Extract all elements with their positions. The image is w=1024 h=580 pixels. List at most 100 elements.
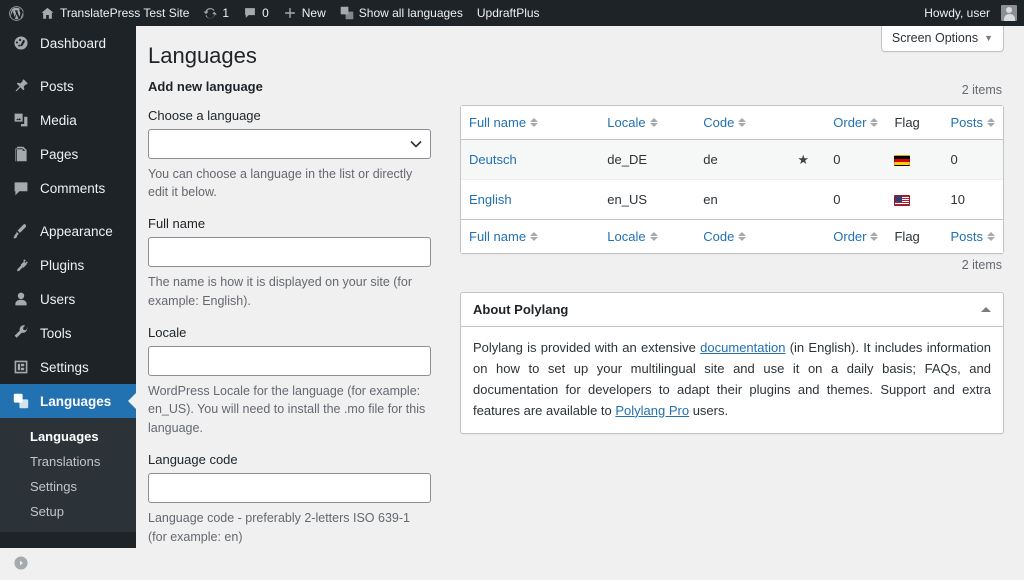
table-footer-row: Full name Locale Code Order Flag Posts xyxy=(461,218,1003,253)
column-label: Flag xyxy=(894,114,920,130)
sort-posts-footer[interactable]: Posts xyxy=(950,229,995,244)
sidebar-item-label: Dashboard xyxy=(40,35,107,51)
about-polylang-title: About Polylang xyxy=(473,301,569,317)
sidebar-item-appearance[interactable]: Appearance xyxy=(0,214,136,248)
submenu-item-setup[interactable]: Setup xyxy=(0,499,136,524)
locale-field: Locale WordPress Locale for the language… xyxy=(148,325,444,438)
column-label: Full name xyxy=(469,114,527,130)
sidebar-item-comments[interactable]: Comments xyxy=(0,171,136,205)
content-area: Screen Options ▼ Languages Add new langu… xyxy=(136,26,1024,548)
language-code-label: Language code xyxy=(148,451,238,467)
column-header-order[interactable]: Order xyxy=(825,105,887,140)
plugin-icon xyxy=(11,255,31,275)
sort-full-name-footer[interactable]: Full name xyxy=(469,228,539,244)
updates-count: 1 xyxy=(222,6,230,20)
comment-bubble-icon xyxy=(243,6,257,20)
plus-icon xyxy=(283,6,297,20)
sort-order[interactable]: Order xyxy=(833,115,879,130)
sort-indicator-icon xyxy=(738,117,747,127)
submenu-item-translations[interactable]: Translations xyxy=(0,449,136,474)
sort-indicator-icon xyxy=(649,117,658,127)
locale-input[interactable] xyxy=(148,345,431,376)
submenu-item-settings[interactable]: Settings xyxy=(0,474,136,499)
sort-code-footer[interactable]: Code xyxy=(703,229,747,244)
about-polylang-header[interactable]: About Polylang xyxy=(461,293,1003,327)
column-header-posts[interactable]: Posts xyxy=(942,105,1003,140)
star-icon: ★ xyxy=(797,151,810,167)
screen-options-button[interactable]: Screen Options ▼ xyxy=(880,26,1004,52)
show-all-languages-button[interactable]: Show all languages xyxy=(333,0,470,26)
submenu-item-languages[interactable]: Languages xyxy=(0,424,136,449)
footer-column-posts[interactable]: Posts xyxy=(942,218,1003,253)
languages-table: Full name Locale Code Order Flag Posts D… xyxy=(460,104,1004,254)
comments-button[interactable]: 0 xyxy=(236,0,276,26)
footer-column-full-name[interactable]: Full name xyxy=(461,218,600,253)
choose-language-select[interactable] xyxy=(148,128,431,159)
howdy-label: Howdy, user xyxy=(924,6,990,20)
sidebar-item-plugins[interactable]: Plugins xyxy=(0,248,136,282)
sidebar-item-tools[interactable]: Tools xyxy=(0,316,136,350)
toggle-up-icon[interactable] xyxy=(981,306,991,312)
sort-code[interactable]: Code xyxy=(703,114,747,130)
sidebar-item-users[interactable]: Users xyxy=(0,282,136,316)
sort-order-footer[interactable]: Order xyxy=(833,228,879,244)
sort-full-name[interactable]: Full name xyxy=(469,114,539,130)
column-header-flag: Flag xyxy=(886,105,943,140)
admin-sidebar-menu: Dashboard Posts Media Pages Comments App… xyxy=(0,26,136,571)
sidebar-item-media[interactable]: Media xyxy=(0,103,136,137)
polylang-pro-link[interactable]: Polylang Pro xyxy=(615,403,689,418)
full-name-input[interactable] xyxy=(148,237,431,268)
column-label: Code xyxy=(703,114,735,130)
about-text-part1: Polylang is provided with an extensive xyxy=(473,339,701,355)
choose-language-field: Choose a language You can choose a langu… xyxy=(148,108,444,203)
column-header-locale[interactable]: Locale xyxy=(599,105,696,140)
site-name-button[interactable]: TranslatePress Test Site xyxy=(33,0,196,26)
column-header-default xyxy=(781,105,826,140)
updates-button[interactable]: 1 xyxy=(196,0,236,26)
footer-column-code[interactable]: Code xyxy=(695,218,782,253)
language-link-english[interactable]: English xyxy=(469,192,512,207)
sidebar-item-posts[interactable]: Posts xyxy=(0,69,136,103)
sort-locale-footer[interactable]: Locale xyxy=(607,229,658,244)
sidebar-item-label: Pages xyxy=(40,146,79,162)
sidebar-item-label: Users xyxy=(40,291,76,307)
updraftplus-label: UpdraftPlus xyxy=(476,6,540,20)
sidebar-item-label: Languages xyxy=(40,393,112,409)
sort-locale[interactable]: Locale xyxy=(607,114,658,130)
table-row[interactable]: English en_US en 0 10 xyxy=(461,178,1003,219)
column-header-full-name[interactable]: Full name xyxy=(461,105,600,140)
sidebar-item-languages[interactable]: Languages xyxy=(0,384,136,418)
sidebar-item-dashboard[interactable]: Dashboard xyxy=(0,26,136,60)
language-code-input[interactable] xyxy=(148,472,431,503)
sort-posts[interactable]: Posts xyxy=(950,115,995,130)
new-content-button[interactable]: New xyxy=(276,0,333,26)
table-row[interactable]: Deutsch de_DE de ★ 0 0 xyxy=(461,139,1003,179)
sort-indicator-icon xyxy=(649,231,658,241)
updraftplus-button[interactable]: UpdraftPlus xyxy=(470,0,547,26)
column-label: Order xyxy=(833,228,867,244)
comment-icon xyxy=(11,178,31,198)
table-header-row: Full name Locale Code Order Flag Posts xyxy=(461,105,1003,140)
cell-default: ★ xyxy=(781,139,826,179)
choose-language-label: Choose a language xyxy=(148,107,261,123)
sidebar-item-settings[interactable]: Settings xyxy=(0,350,136,384)
wordpress-logo-button[interactable] xyxy=(0,0,33,26)
collapse-menu-label: Collapse menu xyxy=(40,555,131,571)
comments-count: 0 xyxy=(262,6,269,20)
documentation-link[interactable]: documentation xyxy=(700,340,785,355)
items-count-bottom: 2 items xyxy=(961,257,1002,272)
account-menu-button[interactable]: Howdy, user xyxy=(917,0,1024,26)
cell-posts: 0 xyxy=(942,139,1003,179)
language-link-deutsch[interactable]: Deutsch xyxy=(469,152,517,167)
screen-meta-links: Screen Options ▼ xyxy=(880,26,1004,52)
sidebar-item-pages[interactable]: Pages xyxy=(0,137,136,171)
user-icon xyxy=(11,289,31,309)
collapse-menu-button[interactable]: Collapse menu xyxy=(0,546,136,580)
sidebar-item-label: Plugins xyxy=(40,257,85,273)
footer-column-order[interactable]: Order xyxy=(825,218,887,253)
column-header-code[interactable]: Code xyxy=(695,105,782,140)
table-nav-bottom: 2 items xyxy=(460,254,1004,280)
column-label: Locale xyxy=(607,114,646,130)
column-label: Full name xyxy=(469,228,527,244)
footer-column-locale[interactable]: Locale xyxy=(599,218,696,253)
